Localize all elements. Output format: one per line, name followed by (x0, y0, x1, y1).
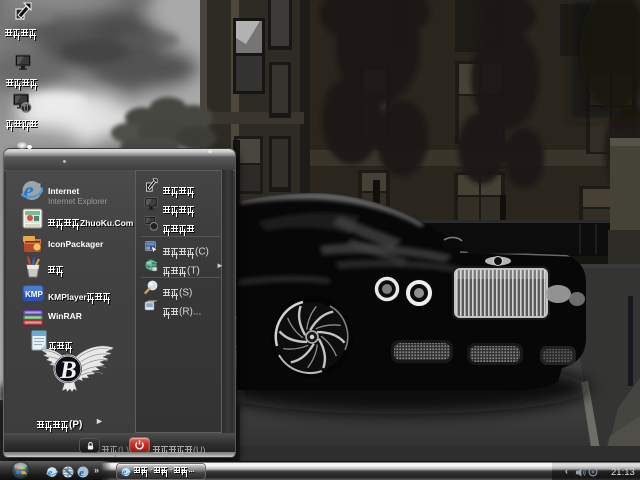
svg-text:e: e (24, 179, 34, 202)
svg-text:e: e (122, 467, 126, 477)
svg-text:B: B (59, 357, 77, 384)
svg-text:KMP: KMP (25, 290, 43, 299)
svg-text:e: e (79, 467, 84, 478)
svg-text:e: e (48, 467, 53, 478)
